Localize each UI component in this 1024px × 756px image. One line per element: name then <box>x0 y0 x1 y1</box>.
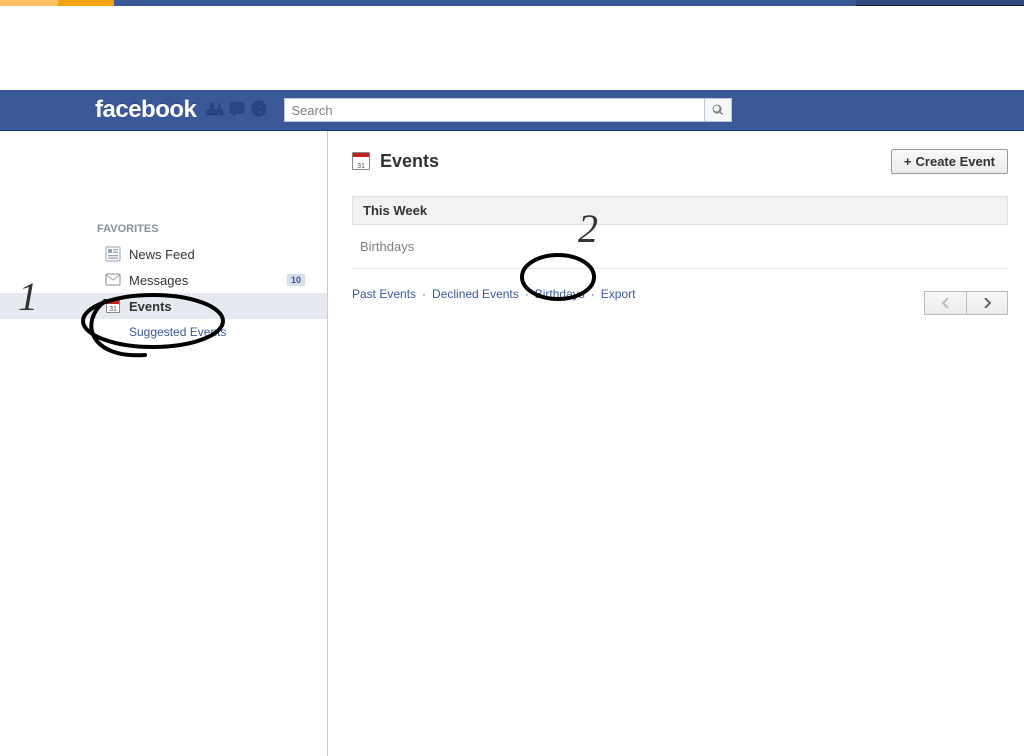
sidebar-item-label: Messages <box>129 273 188 288</box>
sidebar-item-events[interactable]: Events <box>0 293 327 319</box>
browser-blank-area <box>0 6 1024 90</box>
facebook-logo[interactable]: facebook <box>95 96 196 124</box>
link-past-events[interactable]: Past Events <box>352 287 416 301</box>
link-birthdays[interactable]: Birthdays <box>535 287 585 301</box>
sidebar-item-suggested-events[interactable]: Suggested Events <box>0 319 327 345</box>
pager-next-button[interactable] <box>966 291 1008 315</box>
page-header: Events + Create Event <box>352 149 1008 174</box>
chevron-right-icon <box>984 298 991 308</box>
search-input[interactable] <box>284 98 704 122</box>
pager-prev-button[interactable] <box>924 291 966 315</box>
sidebar-item-label: News Feed <box>129 247 195 262</box>
birthdays-row[interactable]: Birthdays <box>352 235 1008 269</box>
facebook-header: facebook <box>0 90 1024 131</box>
sidebar-item-newsfeed[interactable]: News Feed <box>0 241 327 267</box>
main-content: Events + Create Event This Week Birthday… <box>327 131 1024 756</box>
event-pager <box>924 291 1008 315</box>
create-event-label: Create Event <box>916 154 995 169</box>
search-container <box>284 98 732 122</box>
messages-icon[interactable] <box>228 99 246 122</box>
plus-icon: + <box>904 154 912 169</box>
favorites-header: FAVORITES <box>0 223 327 235</box>
page-title-wrap: Events <box>352 151 439 172</box>
this-week-header: This Week <box>352 196 1008 225</box>
sidebar-item-label: Suggested Events <box>105 325 226 339</box>
sidebar-item-label: Events <box>129 299 172 314</box>
calendar-icon <box>105 298 121 314</box>
browser-chrome-right <box>856 0 1024 6</box>
messages-badge: 10 <box>287 274 305 286</box>
calendar-icon <box>352 152 372 172</box>
left-sidebar: FAVORITES News Feed Messages 10 Events S… <box>0 131 327 756</box>
friend-requests-icon[interactable] <box>206 99 224 122</box>
header-icon-row <box>206 99 268 122</box>
create-event-button[interactable]: + Create Event <box>891 149 1008 174</box>
browser-chrome-bar <box>0 0 1024 6</box>
page-title: Events <box>380 151 439 172</box>
chevron-left-icon <box>942 298 949 308</box>
messages-nav-icon <box>105 272 121 288</box>
content-wrap: FAVORITES News Feed Messages 10 Events S… <box>0 131 1024 756</box>
search-icon <box>712 104 724 116</box>
events-footer-links: Past Events· Declined Events· Birthdays·… <box>352 287 1008 301</box>
link-declined-events[interactable]: Declined Events <box>432 287 519 301</box>
link-export[interactable]: Export <box>601 287 636 301</box>
sidebar-item-messages[interactable]: Messages 10 <box>0 267 327 293</box>
search-button[interactable] <box>704 98 732 122</box>
newsfeed-icon <box>105 246 121 262</box>
notifications-icon[interactable] <box>250 99 268 122</box>
